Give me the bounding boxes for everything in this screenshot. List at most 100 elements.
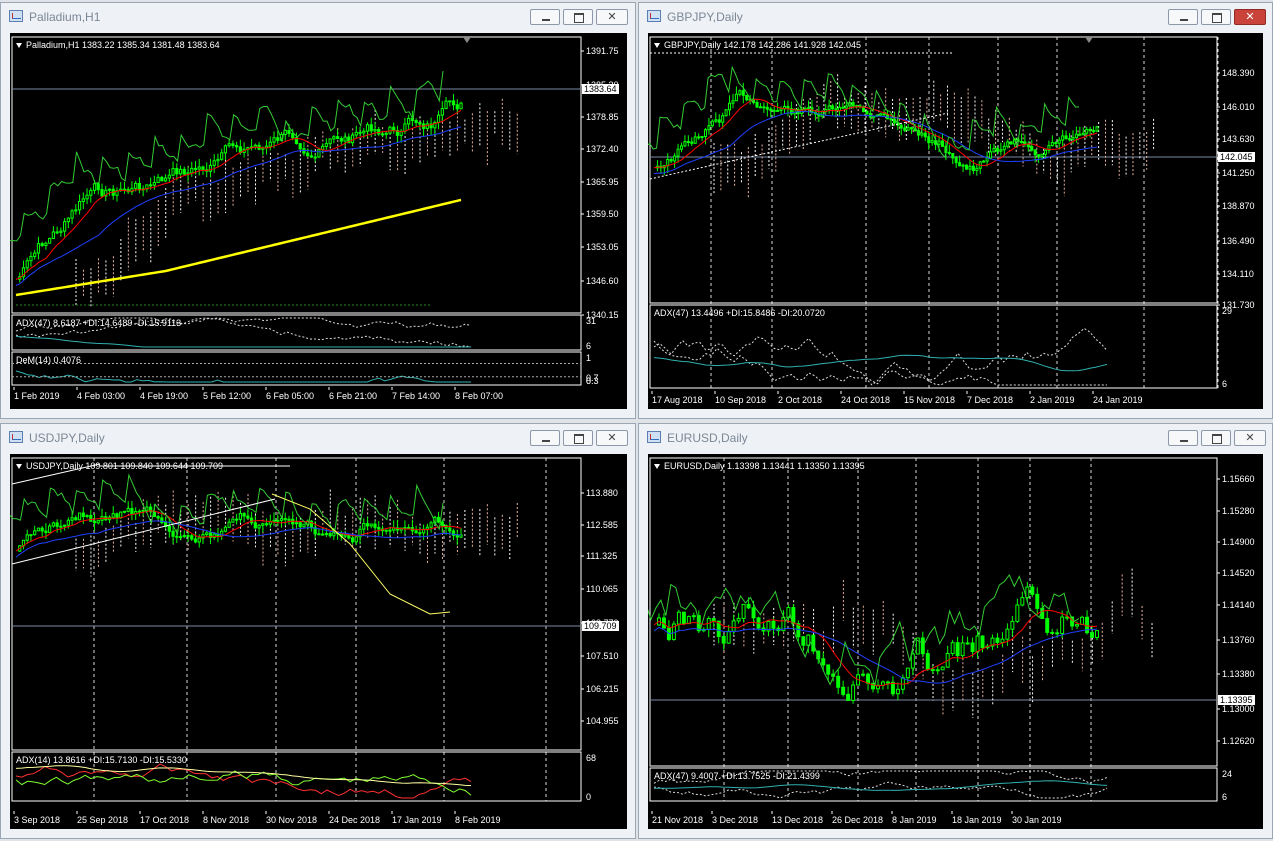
dropdown-triangle-icon[interactable] — [16, 43, 22, 49]
candle-body — [910, 653, 915, 669]
candle-body — [156, 176, 160, 184]
price-tick-label: 1365.95 — [586, 177, 619, 187]
chart-area[interactable]: GBPJPY,Daily 142.178 142.286 141.928 142… — [648, 33, 1263, 409]
chart-window-usdjpy[interactable]: USDJPY,Daily USDJPY,Daily 109.801 109.84… — [0, 423, 636, 839]
window-titlebar[interactable]: USDJPY,Daily — [1, 424, 635, 452]
chart-area[interactable]: USDJPY,Daily 109.801 109.840 109.644 109… — [10, 454, 627, 829]
candle-body — [343, 534, 347, 537]
minimize-button[interactable] — [1168, 9, 1198, 25]
window-titlebar[interactable]: EURUSD,Daily — [639, 424, 1272, 452]
price-tick-label: 1346.60 — [586, 276, 619, 286]
candle-body — [149, 184, 153, 187]
candle-body — [903, 127, 907, 131]
candle-body — [1002, 145, 1006, 151]
candle-body — [287, 129, 291, 134]
candle-body — [354, 131, 358, 136]
candles — [655, 82, 1099, 176]
maximize-button[interactable] — [563, 430, 593, 446]
candle-body — [377, 526, 381, 530]
candle-body — [324, 533, 328, 536]
chart-window-eurusd[interactable]: EURUSD,Daily EURUSD,Daily 1.13398 1.1344… — [638, 423, 1273, 839]
price-tick-label: 148.390 — [1222, 68, 1255, 78]
close-button[interactable] — [1234, 430, 1266, 446]
candle-body — [899, 124, 903, 129]
candle-body — [55, 231, 59, 234]
candle-body — [137, 510, 142, 513]
chart-window-gbpjpy[interactable]: GBPJPY,Daily GBPJPY,Daily 142.178 142.28… — [638, 2, 1273, 419]
maximize-button[interactable] — [1201, 9, 1231, 25]
candle-body — [201, 166, 205, 171]
candle-body — [205, 532, 209, 536]
candle-body — [751, 607, 756, 619]
maximize-button[interactable] — [1201, 430, 1231, 446]
candle-body — [197, 537, 201, 543]
candle-body — [40, 243, 44, 246]
candle-body — [66, 217, 70, 223]
candle-body — [66, 519, 70, 526]
window-titlebar[interactable]: Palladium,H1 — [1, 3, 635, 31]
chart-shift-marker[interactable] — [1085, 37, 1093, 43]
close-button[interactable] — [596, 430, 628, 446]
close-button[interactable] — [596, 9, 628, 25]
candle-body — [403, 123, 407, 132]
candle-body — [882, 113, 886, 116]
candle-body — [1071, 137, 1075, 140]
candle-body — [960, 642, 965, 657]
minimize-button[interactable] — [530, 9, 560, 25]
candle-body — [440, 521, 444, 526]
candle-body — [1035, 593, 1040, 609]
window-title: EURUSD,Daily — [667, 431, 748, 445]
time-axis-label: 2 Jan 2019 — [1030, 395, 1075, 405]
candle-body — [436, 516, 441, 523]
candle-body — [190, 535, 194, 540]
candle-body — [193, 167, 198, 170]
candle-body — [276, 137, 280, 141]
candle-body — [741, 90, 745, 96]
ma-line — [271, 493, 451, 615]
candle-body — [827, 105, 831, 111]
time-axis-label: 17 Jan 2019 — [392, 815, 442, 825]
window-title: GBPJPY,Daily — [667, 10, 743, 24]
candle-body — [81, 512, 85, 517]
indicator-tick-label: 29 — [1222, 306, 1233, 316]
dropdown-triangle-icon[interactable] — [654, 43, 660, 49]
chart-shift-marker[interactable] — [463, 37, 471, 43]
candle-body — [1010, 620, 1015, 630]
maximize-button[interactable] — [563, 9, 593, 25]
chart-window-palladium[interactable]: Palladium,H1 Palladium,H1 1383.22 1385.3… — [0, 2, 636, 419]
candle-body — [885, 681, 890, 684]
candle-body — [975, 167, 979, 171]
candle-body — [388, 529, 392, 532]
minimize-button[interactable] — [530, 430, 560, 446]
candle-body — [369, 124, 373, 132]
candle-body — [697, 136, 701, 139]
chart-area[interactable]: Palladium,H1 1383.22 1385.34 1381.48 138… — [10, 33, 627, 409]
candle-body — [317, 533, 321, 536]
indicator-tick-label: 31 — [586, 316, 597, 326]
ichimoku-cloud — [713, 568, 1153, 719]
candle-body — [968, 165, 972, 170]
candle-body — [726, 630, 731, 644]
chart-area[interactable]: EURUSD,Daily 1.13398 1.13441 1.13350 1.1… — [648, 454, 1263, 829]
candle-body — [755, 101, 759, 108]
candle-body — [906, 127, 910, 131]
time-axis-label: 4 Feb 19:00 — [140, 391, 189, 401]
candle-body — [745, 94, 749, 101]
candle-body — [89, 515, 93, 522]
dropdown-triangle-icon[interactable] — [16, 464, 22, 470]
close-button[interactable] — [1234, 9, 1266, 25]
candle-body — [261, 523, 265, 526]
plus-di-line — [653, 340, 1107, 386]
candle-body — [866, 673, 871, 684]
window-titlebar[interactable]: GBPJPY,Daily — [639, 3, 1272, 31]
candle-body — [141, 509, 145, 512]
candle-body — [193, 538, 198, 543]
dropdown-triangle-icon[interactable] — [654, 464, 660, 470]
minimize-button[interactable] — [1168, 430, 1198, 446]
candle-body — [126, 507, 130, 512]
indicator-tick-label: 24 — [1222, 769, 1233, 779]
candle-body — [826, 664, 831, 675]
candle-body — [362, 130, 366, 134]
current-price-tag: 109.709 — [582, 621, 619, 631]
candle-body — [1064, 135, 1068, 140]
